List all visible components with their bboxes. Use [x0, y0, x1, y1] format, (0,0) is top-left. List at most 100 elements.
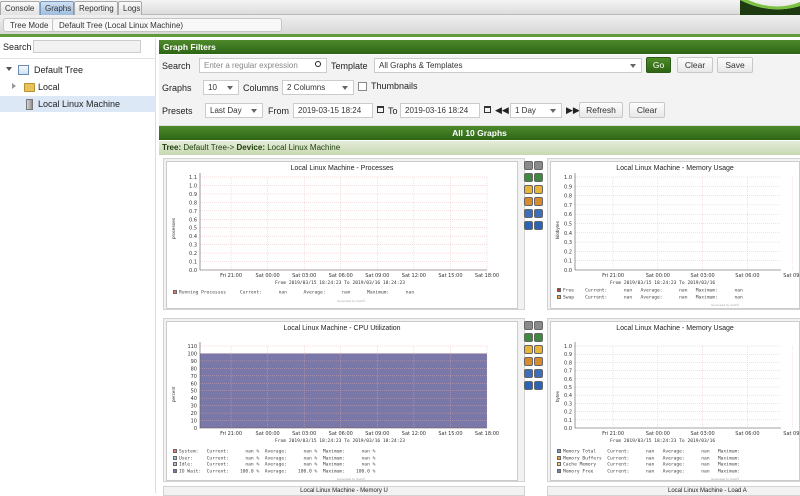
realtime-icon[interactable] [524, 381, 533, 390]
clear-button[interactable]: Clear [677, 57, 713, 73]
template-label: Template [331, 61, 368, 71]
x-tick-label: Fri 21:00 [220, 273, 242, 279]
thumbnails-checkbox[interactable] [358, 82, 367, 91]
x-tick-label: Sat 09: [783, 273, 800, 279]
chevron-down-icon [630, 64, 636, 68]
x-tick-label: Fri 21:00 [602, 273, 624, 279]
x-tick-label: Sat 15:00 [438, 273, 462, 279]
from-date-input[interactable]: 2019-03-15 18:24 [293, 103, 373, 118]
graph-image[interactable]: Local Linux Machine - CPU Utilization 110… [166, 321, 518, 481]
chevron-down-icon[interactable] [6, 67, 12, 71]
csv-export-icon[interactable] [534, 185, 543, 194]
y-tick-label: 20 [191, 411, 197, 417]
csv-export-icon[interactable] [534, 345, 543, 354]
x-tick-label: Sat 09:00 [365, 431, 389, 437]
tree-path-device-label: Device: [236, 143, 265, 152]
gear-icon[interactable] [534, 321, 543, 330]
legend-swatch [173, 455, 177, 460]
breadcrumb-current[interactable]: Default Tree (Local Linux Machine) [52, 18, 282, 32]
graphs-count-select[interactable]: 10 [203, 80, 239, 95]
y-tick-label: 1.0 [564, 175, 572, 181]
graph-view-icon[interactable] [534, 369, 543, 378]
chevron-right-icon[interactable] [12, 83, 16, 89]
calendar-icon[interactable] [377, 106, 384, 113]
time-range-label: From 2019/03/15 18:24:23 To 2019/03/16 [610, 281, 716, 286]
tab-logs[interactable]: Logs [118, 1, 142, 15]
graph-image[interactable]: Local Linux Machine - Processes 1.1 1.0 0.9… [166, 161, 518, 309]
chevron-down-icon [342, 86, 348, 90]
graph-image[interactable]: Local Linux Machine - Memory Usage 1.0 0.9… [550, 161, 800, 309]
realtime-icon[interactable] [524, 221, 533, 230]
y-tick-label: 0.8 [564, 194, 572, 200]
graph-edit-icon[interactable] [534, 357, 543, 366]
breadcrumb: Tree Mode Default Tree (Local Linux Mach… [0, 15, 800, 37]
search-icon[interactable] [315, 61, 321, 67]
zoom-icon[interactable] [534, 173, 543, 182]
zoom-icon[interactable] [534, 333, 543, 342]
calendar-icon[interactable] [484, 106, 491, 113]
y-tick-label: 0.7 [189, 209, 197, 215]
generated-by-label: Generated by Cacti® [711, 477, 740, 481]
shift-left-icon[interactable]: ◀◀ [495, 106, 509, 115]
x-tick-label: Sat 06:00 [329, 431, 353, 437]
gear-icon[interactable] [524, 321, 533, 330]
graph-edit-icon[interactable] [534, 197, 543, 206]
save-button[interactable]: Save [717, 57, 753, 73]
y-tick-label: 70 [191, 374, 197, 380]
graph-view-icon[interactable] [524, 369, 533, 378]
graph-image[interactable]: Local Linux Machine - Memory Usage 1.0 0.9… [550, 321, 800, 481]
legend-text: Memory Free Current: nan Average: nan Ma… [563, 469, 741, 474]
realtime-icon[interactable] [534, 381, 543, 390]
tree-item-local-linux-machine[interactable]: Local Linux Machine [0, 96, 156, 112]
legend-swatch [173, 449, 177, 453]
y-tick-label: 0.0 [564, 268, 572, 274]
columns-select[interactable]: 2 Columns [282, 80, 354, 95]
graph-edit-icon[interactable] [524, 197, 533, 206]
to-date-input[interactable]: 2019-03-16 18:24 [400, 103, 480, 118]
sidebar-search-input[interactable] [33, 40, 141, 53]
to-date-value: 2019-03-16 18:24 [405, 106, 469, 115]
csv-export-icon[interactable] [524, 345, 533, 354]
graphs-count-value: 10 [208, 83, 217, 92]
go-button[interactable]: Go [646, 57, 671, 73]
tree-item-local[interactable]: Local [0, 79, 156, 95]
graph-view-icon[interactable] [534, 209, 543, 218]
presets-value: Last Day [210, 106, 242, 115]
legend-swatch [557, 455, 561, 460]
gear-icon[interactable] [534, 161, 543, 170]
zoom-icon[interactable] [524, 333, 533, 342]
tree-item-default-tree[interactable]: Default Tree [0, 62, 156, 78]
gear-icon[interactable] [524, 161, 533, 170]
x-tick-label: Sat 18:00 [475, 273, 499, 279]
graph-view-icon[interactable] [524, 209, 533, 218]
tab-reporting[interactable]: Reporting [74, 1, 118, 15]
tab-console[interactable]: Console [0, 1, 40, 15]
template-select[interactable]: All Graphs & Templates [374, 58, 642, 73]
csv-export-icon[interactable] [524, 185, 533, 194]
tab-graphs[interactable]: Graphs [40, 1, 74, 15]
search-input[interactable]: Enter a regular expression [199, 58, 327, 73]
thumbnails-label: Thumbnails [371, 81, 418, 91]
legend-item: Running Processes Current: nan Average: … [173, 290, 414, 297]
presets-select[interactable]: Last Day [205, 103, 263, 118]
legend-text: System: Current: nan % Average: nan % Ma… [179, 449, 376, 455]
x-tick-label: Sat 03:00 [691, 431, 715, 437]
x-tick-label: Sat 06:00 [329, 273, 353, 279]
shift-right-icon[interactable]: ▶▶ [566, 106, 580, 115]
legend-swatch [557, 462, 561, 466]
graph-panel: Local Linux Machine - Memory Usage 1.0 0.9… [534, 318, 800, 482]
sidebar-divider [0, 58, 155, 59]
legend-text: Memory Buffers Current: nan Average: nan… [563, 456, 741, 461]
realtime-icon[interactable] [534, 221, 543, 230]
refresh-button[interactable]: Refresh [579, 102, 623, 118]
y-axis-label: bytes [555, 391, 560, 402]
zoom-icon[interactable] [524, 173, 533, 182]
timespan-select[interactable]: 1 Day [510, 103, 562, 118]
graph-edit-icon[interactable] [524, 357, 533, 366]
y-tick-label: 0.6 [564, 377, 572, 383]
x-tick-label: Sat 12:00 [402, 431, 426, 437]
x-tick-label: Sat 15:00 [438, 431, 462, 437]
breadcrumb-tree-mode[interactable]: Tree Mode [3, 18, 56, 32]
clear-time-button[interactable]: Clear [629, 102, 665, 118]
legend-swatch [173, 290, 177, 294]
